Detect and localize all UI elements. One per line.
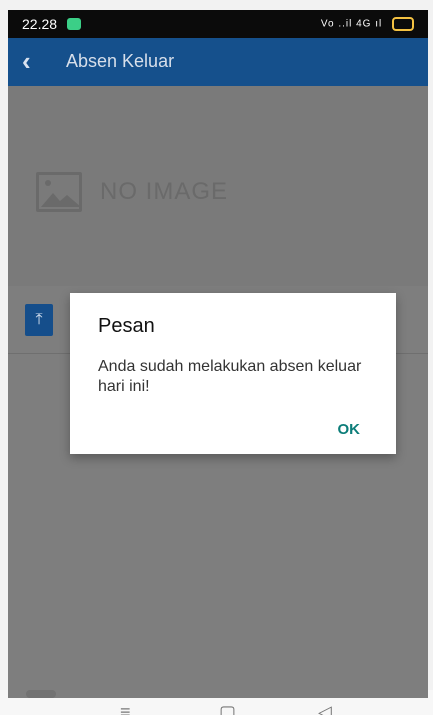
no-image-placeholder: NO IMAGE (36, 172, 228, 212)
chevron-left-icon[interactable]: ‹ (22, 48, 46, 74)
upload-icon: ⤒ (35, 311, 43, 328)
status-bar: 22.28 Vo ..il 4G ıl (8, 10, 428, 38)
notification-icon (67, 18, 81, 30)
ok-button[interactable]: OK (338, 421, 361, 438)
phone-screen: 22.28 Vo ..il 4G ıl ‹ Absen Keluar NO IM… (8, 10, 428, 715)
page-title: Absen Keluar (66, 51, 175, 71)
image-sun (45, 180, 51, 186)
upload-button[interactable]: ⤒ (25, 304, 53, 336)
bottom-hint (26, 690, 56, 698)
battery-icon (392, 17, 414, 31)
status-time: 22.28 (22, 16, 58, 32)
dialog-title: Pesan (98, 315, 155, 337)
back-triangle-icon[interactable]: ◁ (318, 702, 332, 715)
signal-text: Vo ..il 4G ıl (320, 18, 383, 30)
message-dialog: Pesan Anda sudah melakukan absen keluar … (70, 293, 396, 454)
home-icon[interactable]: ▢ (219, 702, 236, 715)
menu-icon[interactable]: ≡ (120, 702, 131, 715)
image-mountain-right (53, 195, 81, 207)
system-nav-bar: ≡ ▢ ◁ (8, 700, 428, 715)
image-preview-area: NO IMAGE (8, 86, 428, 286)
status-indicators: Vo ..il 4G ıl (321, 17, 414, 31)
dialog-message: Anda sudah melakukan absen keluar hari i… (98, 358, 362, 395)
no-image-text: NO IMAGE (100, 178, 229, 205)
app-bar: ‹ Absen Keluar (8, 38, 428, 86)
image-icon (36, 172, 82, 212)
